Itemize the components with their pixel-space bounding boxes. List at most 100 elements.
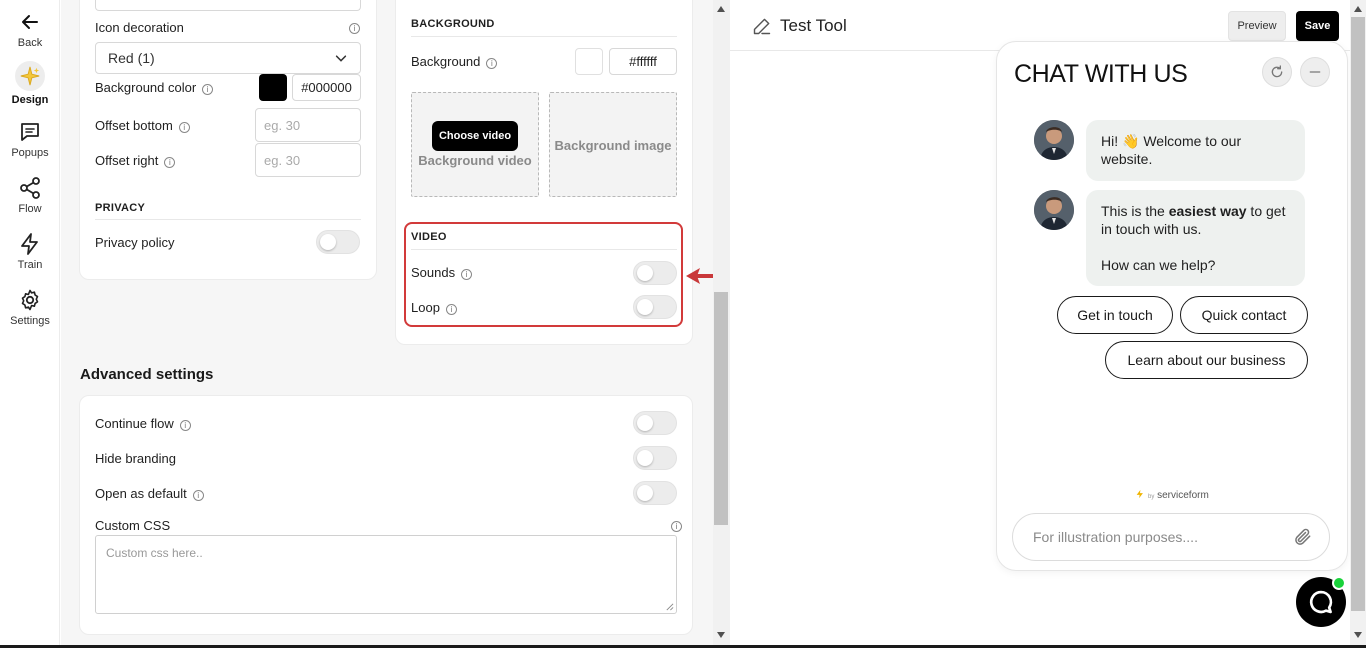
quick-reply-button[interactable]: Get in touch [1057,296,1173,334]
custom-css-label: Custom CSS [95,518,171,533]
background-swatch[interactable] [575,48,603,75]
toggle-knob [320,234,336,250]
scroll-down-icon[interactable] [1354,632,1362,638]
chat-icon [1309,590,1333,614]
info-icon[interactable]: i [486,58,498,69]
sidebar-item-design[interactable]: Design [0,61,60,106]
video-highlight-frame [404,222,683,327]
chevron-down-icon [335,55,347,62]
background-input[interactable]: #ffffff [609,48,677,75]
lightning-icon [21,233,38,255]
toggle-knob [637,415,653,431]
background-color-input[interactable]: #000000 [292,74,361,101]
settings-panel: Icon decoration i Red (1) Background col… [61,0,713,645]
toggle-knob [637,485,653,501]
sidebar-item-back[interactable]: Back [0,10,60,49]
offset-bottom-input[interactable]: eg. 30 [255,108,361,142]
scroll-up-icon[interactable] [717,6,725,12]
quick-reply-button[interactable]: Quick contact [1180,296,1308,334]
privacy-section-title: PRIVACY [95,202,146,214]
icon-decoration-value: Red (1) [108,50,155,66]
save-button[interactable]: Save [1296,11,1339,41]
scroll-down-icon[interactable] [717,632,725,638]
icon-decoration-select[interactable]: Red (1) [95,42,361,74]
section-divider [95,219,361,220]
sidebar-item-label: Design [11,94,49,106]
info-icon[interactable]: i [202,84,214,95]
info-icon[interactable]: i [192,490,204,501]
background-image-caption: Background image [554,138,672,153]
preview-button[interactable]: Preview [1228,11,1286,41]
preview-panel: Test Tool Preview Save CHAT WITH US Hi! … [730,0,1350,645]
tool-name[interactable]: Test Tool [780,16,847,36]
sidebar-item-label: Back [17,37,43,49]
hide-branding-label: Hide branding [95,451,176,466]
settings-scrollbar[interactable] [713,0,730,645]
person-avatar-icon [1034,120,1074,160]
info-icon[interactable]: i [349,23,360,34]
info-icon[interactable]: i [179,420,191,431]
info-icon[interactable]: i [671,521,682,532]
sidebar-item-label: Flow [18,203,42,215]
sidebar-item-flow[interactable]: Flow [0,176,60,215]
sidebar-item-label: Train [17,259,43,271]
widget-settings-card: Icon decoration i Red (1) Background col… [79,0,377,280]
quick-reply-button[interactable]: Learn about our business [1105,341,1308,379]
hide-branding-toggle[interactable] [633,446,677,470]
scrollbar-thumb[interactable] [1351,17,1365,611]
continue-flow-toggle[interactable] [633,411,677,435]
chat-bubble-icon [21,123,39,141]
person-avatar-icon [1034,190,1074,230]
sidebar-item-train[interactable]: Train [0,232,60,271]
section-divider [411,36,677,37]
advanced-settings-title: Advanced settings [80,366,214,383]
background-video-box[interactable]: Choose video Background video [411,92,539,197]
online-status-dot [1332,576,1346,590]
scrollbar-thumb[interactable] [714,292,728,525]
choose-video-button[interactable]: Choose video [432,121,518,151]
open-as-default-toggle[interactable] [633,481,677,505]
background-image-box[interactable]: Background image [549,92,677,197]
sidebar: Back Design Popups Flow Train Settings [0,0,60,645]
privacy-policy-label: Privacy policy [95,235,175,250]
sidebar-item-popups[interactable]: Popups [0,120,60,159]
minus-icon [1309,71,1321,73]
minimize-button[interactable] [1300,57,1330,87]
pencil-icon[interactable] [752,16,772,36]
powered-by-prefix: by [1147,494,1155,500]
background-color-swatch[interactable] [259,74,287,101]
offset-right-input[interactable]: eg. 30 [255,143,361,177]
offset-right-label: Offset right i [95,153,176,168]
lightning-icon [1136,489,1144,499]
info-icon[interactable]: i [164,157,176,168]
privacy-policy-toggle[interactable] [316,230,360,254]
chat-message-input[interactable]: For illustration purposes.... [1012,513,1330,561]
paperclip-icon[interactable] [1293,527,1313,547]
info-icon[interactable]: i [178,122,190,133]
share-nodes-icon [20,177,40,199]
agent-avatar [1034,120,1074,160]
background-label: Background i [411,54,498,69]
chat-message-bubble: Hi! 👋 Welcome to our website. [1086,120,1305,181]
custom-css-textarea[interactable]: Custom css here.. [95,535,677,614]
continue-flow-label: Continue flow i [95,416,191,431]
agent-avatar [1034,190,1074,230]
arrow-left-icon [22,15,38,29]
toggle-knob [637,450,653,466]
offset-bottom-label: Offset bottom i [95,118,190,133]
sidebar-item-label: Settings [10,315,50,327]
open-as-default-label: Open as default i [95,486,204,501]
previous-field-remnant [95,0,361,11]
chat-input-placeholder: For illustration purposes.... [1033,529,1198,545]
advanced-settings-card: Continue flow i Hide branding Open as def… [79,395,693,635]
scroll-up-icon[interactable] [1354,6,1362,12]
design-icon-bubble [15,61,45,91]
page-scrollbar[interactable] [1350,0,1366,645]
powered-by-branding[interactable]: by serviceform [997,489,1347,501]
chat-widget-window: CHAT WITH US Hi! 👋 Welcome to our websit… [996,41,1348,571]
background-section-title: BACKGROUND [411,18,495,30]
resize-grip-icon[interactable] [665,602,674,611]
refresh-button[interactable] [1262,57,1292,87]
sidebar-item-settings[interactable]: Settings [0,288,60,327]
background-color-label: Background color i [95,80,214,95]
